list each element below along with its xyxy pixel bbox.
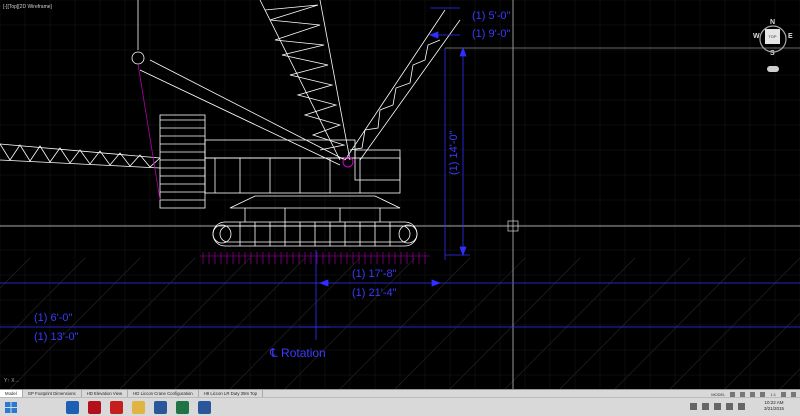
grid bbox=[0, 0, 800, 389]
crawler-track bbox=[212, 195, 418, 247]
taskbar-excel-icon[interactable] bbox=[176, 401, 189, 414]
tray-sync-icon[interactable] bbox=[738, 403, 745, 410]
ortho-toggle-icon[interactable] bbox=[750, 391, 756, 397]
compass-ring bbox=[759, 25, 787, 53]
centerline-label: ℄ Rotation bbox=[270, 346, 326, 360]
autocad-window: [-][Top][2D Wireframe] (1) 5'-0" (1) 9'-… bbox=[0, 0, 800, 416]
dim-text: (1) 5'-0" bbox=[472, 10, 511, 22]
tray-network-icon[interactable] bbox=[690, 403, 697, 410]
dim-text: (1) 6'-0" bbox=[34, 312, 73, 324]
dim-text: (1) 17'-8" bbox=[352, 268, 397, 280]
ucs-icon: Y↑ X→ bbox=[4, 378, 20, 384]
dim-text: (1) 21'-4" bbox=[352, 287, 397, 299]
taskbar-autocad-icon[interactable] bbox=[110, 401, 123, 414]
taskbar-explorer-icon[interactable] bbox=[132, 401, 145, 414]
workspace-gear-icon[interactable] bbox=[781, 391, 786, 397]
crane-upperworks bbox=[159, 114, 401, 209]
slew-pivot bbox=[342, 156, 354, 168]
view-cube[interactable]: N W E S TOP bbox=[752, 19, 796, 76]
dim-text: (1) 14'-0" bbox=[448, 130, 460, 175]
dim-text: (1) 13'-0" bbox=[34, 331, 79, 343]
dim-text: (1) 9'-0" bbox=[472, 28, 511, 40]
taskbar-word-icon[interactable] bbox=[154, 401, 167, 414]
crane-jib-left bbox=[0, 143, 161, 169]
tray-flag-icon[interactable] bbox=[714, 403, 721, 410]
annotation-scale[interactable]: 1:1 bbox=[770, 392, 776, 397]
polar-toggle-icon[interactable] bbox=[760, 391, 766, 397]
wcs-menu[interactable] bbox=[767, 66, 779, 72]
tray-volume-icon[interactable] bbox=[702, 403, 709, 410]
tray-battery-icon[interactable] bbox=[726, 403, 733, 410]
drawing-canvas[interactable] bbox=[0, 0, 800, 397]
taskbar-acrobat-icon[interactable] bbox=[88, 401, 101, 414]
windows-taskbar: 10:22 AM 3/21/2015 bbox=[0, 397, 800, 416]
viewport-label[interactable]: [-][Top][2D Wireframe] bbox=[3, 4, 52, 10]
customize-menu-icon[interactable] bbox=[791, 391, 796, 397]
windows-start-icon[interactable] bbox=[4, 401, 18, 414]
clock-date: 3/21/2015 bbox=[764, 406, 785, 411]
model-space-toggle[interactable]: MODEL bbox=[711, 392, 725, 397]
ground-ticks bbox=[200, 252, 430, 264]
taskbar-word2-icon[interactable] bbox=[198, 401, 211, 414]
snap-toggle-icon[interactable] bbox=[740, 391, 746, 397]
clock[interactable]: 10:22 AM 3/21/2015 bbox=[764, 400, 784, 412]
taskbar-outlook-icon[interactable] bbox=[66, 401, 79, 414]
grid-toggle-icon[interactable] bbox=[730, 391, 736, 397]
